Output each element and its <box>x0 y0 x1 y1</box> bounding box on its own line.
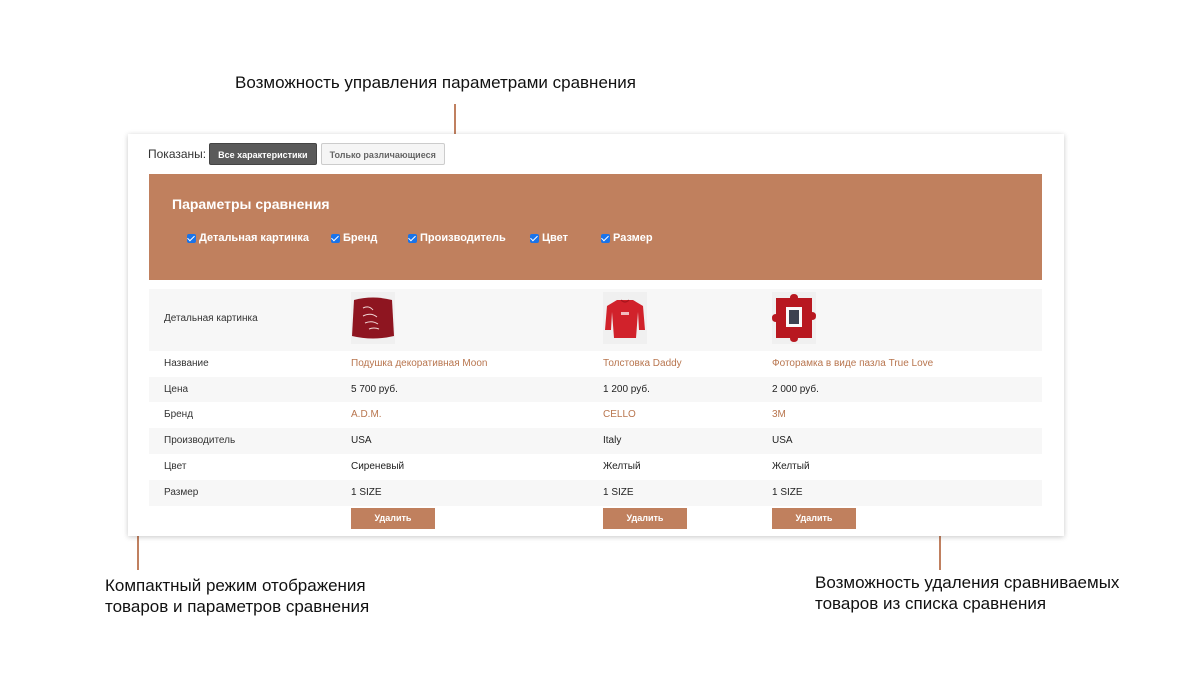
param-checkbox-size[interactable]: Размер <box>601 232 653 244</box>
row-label: Производитель <box>164 435 236 446</box>
annotation-left-line2: товаров и параметров сравнения <box>105 597 370 616</box>
product-name-link[interactable]: Подушка декоративная Moon <box>351 358 487 369</box>
checkbox-checked-icon[interactable] <box>530 233 539 243</box>
annotation-right: Возможность удаления сравниваемых товаро… <box>815 572 1119 614</box>
row-label: Размер <box>164 487 199 498</box>
param-label: Производитель <box>420 232 506 244</box>
all-characteristics-button[interactable]: Все характеристики <box>209 143 317 165</box>
annotation-right-line1: Возможность удаления сравниваемых <box>815 573 1120 592</box>
table-row-color: Цвет Сиреневый Желтый Желтый <box>149 454 1042 480</box>
product-maker: Italy <box>603 435 622 446</box>
annotation-left: Компактный режим отображения товаров и п… <box>105 575 369 617</box>
brand-link[interactable]: A.D.M. <box>351 409 382 420</box>
pillow-image[interactable] <box>351 292 395 344</box>
shown-label: Показаны: <box>148 147 207 161</box>
product-color: Желтый <box>772 461 810 472</box>
row-label: Цена <box>164 384 189 395</box>
param-checkbox-brand[interactable]: Бренд <box>331 232 377 244</box>
sweatshirt-image[interactable] <box>603 292 647 344</box>
delete-product-button[interactable]: Удалить <box>772 508 856 529</box>
product-size: 1 SIZE <box>603 487 634 498</box>
product-color: Сиреневый <box>351 461 405 472</box>
delete-product-button[interactable]: Удалить <box>603 508 687 529</box>
product-size: 1 SIZE <box>351 487 382 498</box>
table-row-size: Размер 1 SIZE 1 SIZE 1 SIZE <box>149 480 1042 506</box>
product-size: 1 SIZE <box>772 487 803 498</box>
brand-link[interactable]: CELLO <box>603 409 636 420</box>
brand-link[interactable]: 3M <box>772 409 786 420</box>
checkbox-checked-icon[interactable] <box>601 233 610 243</box>
only-differences-button[interactable]: Только различающиеся <box>320 143 445 165</box>
checkbox-checked-icon[interactable] <box>408 233 417 243</box>
product-maker: USA <box>772 435 793 446</box>
row-label: Бренд <box>164 409 194 420</box>
table-row-maker: Производитель USA Italy USA <box>149 428 1042 454</box>
table-row-price: Цена 5 700 руб. 1 200 руб. 2 000 руб. <box>149 377 1042 402</box>
product-price: 2 000 руб. <box>772 384 819 395</box>
compare-params-box: Параметры сравнения Детальная картинка Б… <box>149 174 1042 280</box>
params-title: Параметры сравнения <box>172 196 330 212</box>
param-checkbox-picture[interactable]: Детальная картинка <box>187 232 309 244</box>
row-label: Детальная картинка <box>164 313 258 324</box>
param-checkbox-color[interactable]: Цвет <box>530 232 568 244</box>
table-row-brand: Бренд A.D.M. CELLO 3M <box>149 402 1042 428</box>
annotation-top: Возможность управления параметрами сравн… <box>235 73 636 92</box>
delete-product-button[interactable]: Удалить <box>351 508 435 529</box>
row-label: Цвет <box>164 461 187 472</box>
product-color: Желтый <box>603 461 641 472</box>
row-label: Название <box>164 358 209 369</box>
product-name-link[interactable]: Фоторамка в виде пазла True Love <box>772 358 933 369</box>
annotation-left-line1: Компактный режим отображения <box>105 576 366 595</box>
compare-panel: Показаны: Все характеристики Только разл… <box>128 134 1064 536</box>
param-checkbox-maker[interactable]: Производитель <box>408 232 506 244</box>
product-name-link[interactable]: Толстовка Daddy <box>603 358 682 369</box>
param-label: Цвет <box>542 232 569 244</box>
display-mode-toolbar: Показаны: Все характеристики Только разл… <box>148 143 445 165</box>
param-label: Размер <box>613 232 653 244</box>
product-price: 1 200 руб. <box>603 384 650 395</box>
puzzle-frame-image[interactable] <box>772 292 816 344</box>
annotation-right-line2: товаров из списка сравнения <box>815 594 1047 613</box>
product-price: 5 700 руб. <box>351 384 398 395</box>
product-maker: USA <box>351 435 372 446</box>
table-row-picture: Детальная картинка <box>149 289 1042 351</box>
param-label: Детальная картинка <box>199 232 310 244</box>
param-label: Бренд <box>343 232 378 244</box>
table-row-name: Название Подушка декоративная Moon Толст… <box>149 351 1042 377</box>
checkbox-checked-icon[interactable] <box>187 233 196 243</box>
checkbox-checked-icon[interactable] <box>331 233 340 243</box>
